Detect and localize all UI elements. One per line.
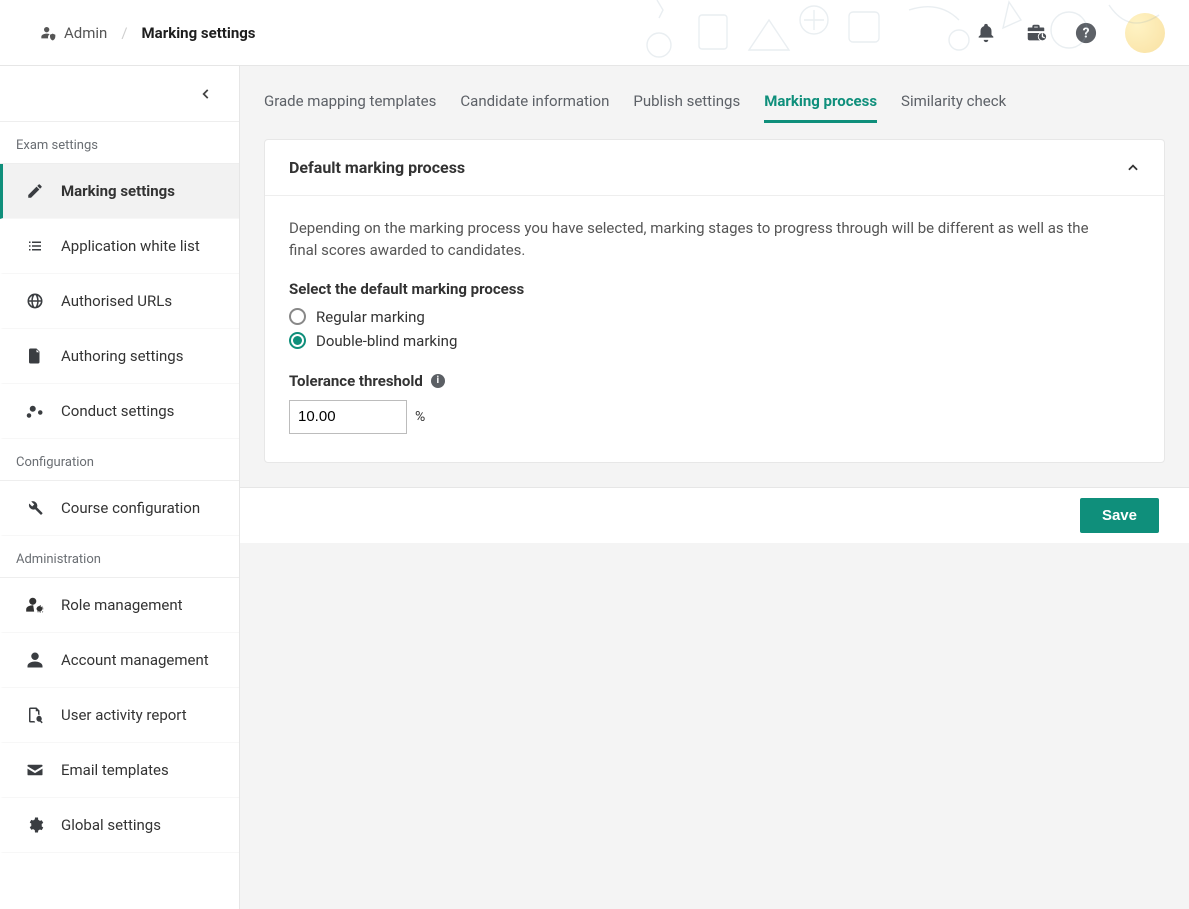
marking-process-radio-group: Regular marking Double-blind marking — [289, 308, 1140, 350]
radio-icon — [289, 308, 306, 325]
panel-title: Default marking process — [289, 158, 465, 177]
tolerance-row: % — [289, 400, 1140, 434]
tab-grade-mapping[interactable]: Grade mapping templates — [264, 92, 436, 123]
footer: Save — [240, 487, 1189, 543]
sidebar-scroll[interactable]: Exam settings Marking settings Application… — [0, 122, 239, 909]
sidebar-item-roles[interactable]: Role management — [0, 578, 239, 633]
sidebar-item-accounts[interactable]: Account management — [0, 633, 239, 688]
tolerance-label: Tolerance threshold i — [289, 372, 1140, 390]
radio-icon — [289, 332, 306, 349]
sidebar-section-header: Configuration — [0, 439, 239, 481]
sidebar-collapse-button[interactable] — [0, 66, 239, 122]
breadcrumb: Admin / Marking settings — [40, 24, 256, 42]
panel-description: Depending on the marking process you hav… — [289, 218, 1109, 262]
sidebar-item-marking-settings[interactable]: Marking settings — [0, 164, 239, 219]
sidebar-item-label: Application white list — [61, 237, 200, 255]
tab-marking-process[interactable]: Marking process — [764, 92, 877, 123]
decor-illustration — [629, 0, 1189, 66]
breadcrumb-current: Marking settings — [142, 24, 256, 42]
sidebar-item-label: Role management — [61, 596, 183, 614]
radio-regular[interactable]: Regular marking — [289, 308, 1140, 326]
list-icon — [25, 237, 45, 255]
sidebar-section-header: Administration — [0, 536, 239, 578]
radio-double-blind[interactable]: Double-blind marking — [289, 332, 1140, 350]
sidebar-item-label: Marking settings — [61, 182, 175, 200]
radio-label: Regular marking — [316, 308, 425, 326]
tabs: Grade mapping templates Candidate informa… — [240, 66, 1189, 123]
sidebar-item-auth-urls[interactable]: Authorised URLs — [0, 274, 239, 329]
user-shield-icon — [40, 25, 56, 41]
sidebar-item-label: Account management — [61, 651, 209, 669]
sidebar-item-label: Conduct settings — [61, 402, 174, 420]
sidebar-item-whitelist[interactable]: Application white list — [0, 219, 239, 274]
cog-icon — [25, 816, 45, 834]
content: Default marking process Depending on the… — [240, 123, 1189, 487]
globe-icon — [25, 292, 45, 310]
file-icon — [25, 347, 45, 365]
breadcrumb-separator: / — [121, 24, 127, 42]
save-button[interactable]: Save — [1080, 498, 1159, 533]
sidebar-item-conduct[interactable]: Conduct settings — [0, 384, 239, 439]
topbar: Admin / Marking settings ? — [0, 0, 1189, 66]
sidebar-item-email[interactable]: Email templates — [0, 743, 239, 798]
cogs-icon — [25, 402, 45, 420]
sidebar-item-activity[interactable]: User activity report — [0, 688, 239, 743]
default-marking-panel: Default marking process Depending on the… — [264, 139, 1165, 463]
sidebar-item-label: User activity report — [61, 706, 187, 724]
chevron-up-icon — [1126, 161, 1140, 175]
main-area: Grade mapping templates Candidate informa… — [240, 66, 1189, 909]
file-search-icon — [25, 706, 45, 724]
sidebar-section-header: Exam settings — [0, 122, 239, 164]
sidebar-item-label: Course configuration — [61, 499, 200, 517]
panel-body: Depending on the marking process you hav… — [265, 196, 1164, 462]
wrench-icon — [25, 499, 45, 517]
pencil-icon — [25, 182, 45, 200]
radio-label: Double-blind marking — [316, 332, 457, 350]
sidebar: Exam settings Marking settings Application… — [0, 66, 240, 909]
info-icon[interactable]: i — [431, 374, 445, 388]
select-marking-label: Select the default marking process — [289, 280, 1140, 298]
tab-candidate-info[interactable]: Candidate information — [460, 92, 609, 123]
breadcrumb-root[interactable]: Admin — [40, 24, 107, 42]
breadcrumb-root-label: Admin — [64, 24, 107, 42]
user-icon — [25, 651, 45, 669]
sidebar-item-authoring[interactable]: Authoring settings — [0, 329, 239, 384]
sidebar-item-label: Authorised URLs — [61, 292, 172, 310]
tab-publish[interactable]: Publish settings — [633, 92, 740, 123]
users-cog-icon — [25, 596, 45, 614]
sidebar-item-label: Global settings — [61, 816, 161, 834]
tolerance-unit: % — [415, 409, 425, 425]
sidebar-item-global[interactable]: Global settings — [0, 798, 239, 853]
sidebar-item-course-config[interactable]: Course configuration — [0, 481, 239, 536]
panel-header[interactable]: Default marking process — [265, 140, 1164, 196]
sidebar-item-label: Email templates — [61, 761, 169, 779]
sidebar-item-label: Authoring settings — [61, 347, 183, 365]
tolerance-input[interactable] — [289, 400, 407, 434]
envelope-icon — [25, 761, 45, 779]
chevron-left-icon — [199, 87, 213, 101]
tolerance-label-text: Tolerance threshold — [289, 372, 423, 390]
tab-similarity[interactable]: Similarity check — [901, 92, 1006, 123]
